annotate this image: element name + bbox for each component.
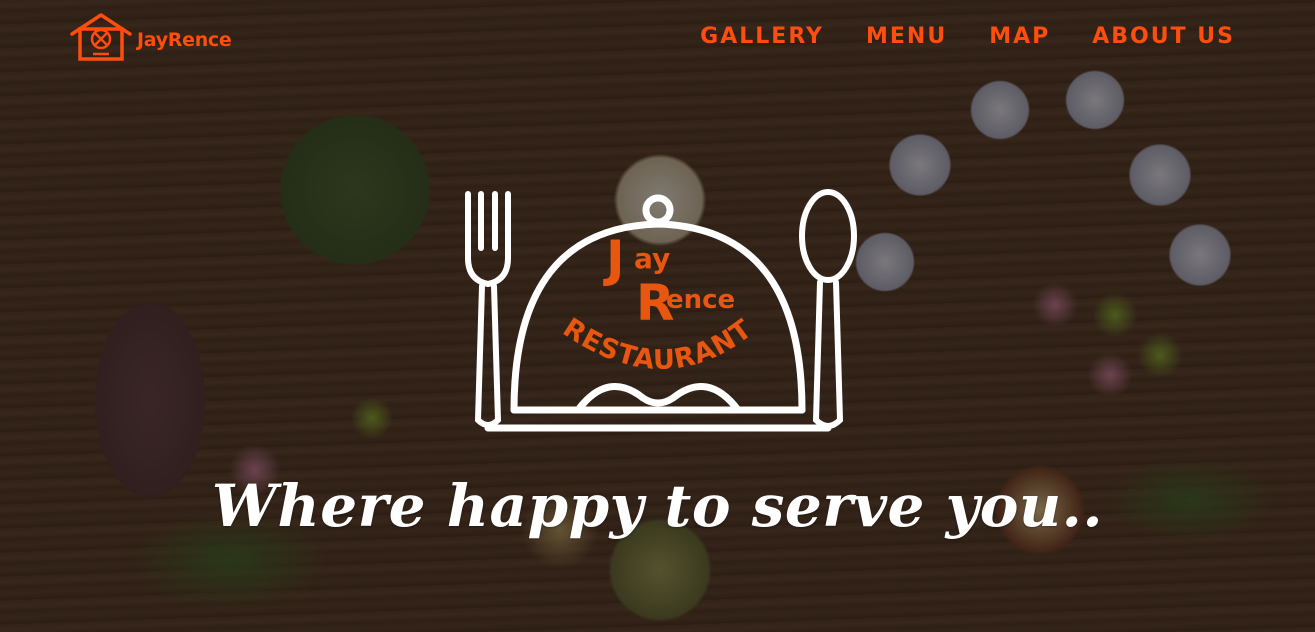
logo-ence: ence [666, 285, 735, 315]
brand-name: JayRence [137, 29, 232, 51]
nav-about-link[interactable]: ABOUT US [1092, 22, 1235, 52]
nav-menu-link[interactable]: MENU [866, 22, 947, 52]
fork-icon [465, 191, 511, 428]
flourish-icon [574, 382, 742, 414]
logo-j: J [603, 230, 625, 288]
nav-gallery-link[interactable]: GALLERY [700, 22, 824, 52]
spoon-icon [799, 189, 857, 429]
brand-logo-link[interactable]: JayRence [68, 12, 232, 62]
house-restaurant-icon [70, 13, 132, 61]
hero-tagline: Where happy to serve you.. [211, 472, 1104, 540]
logo-ay: ay [634, 242, 670, 275]
restaurant-logo: J ay R ence RESTAURANT [465, 189, 857, 432]
nav-map-link[interactable]: MAP [989, 22, 1050, 52]
main-nav: GALLERY MENU MAP ABOUT US [658, 22, 1235, 52]
top-navbar: JayRence GALLERY MENU MAP ABOUT US [0, 0, 1315, 80]
